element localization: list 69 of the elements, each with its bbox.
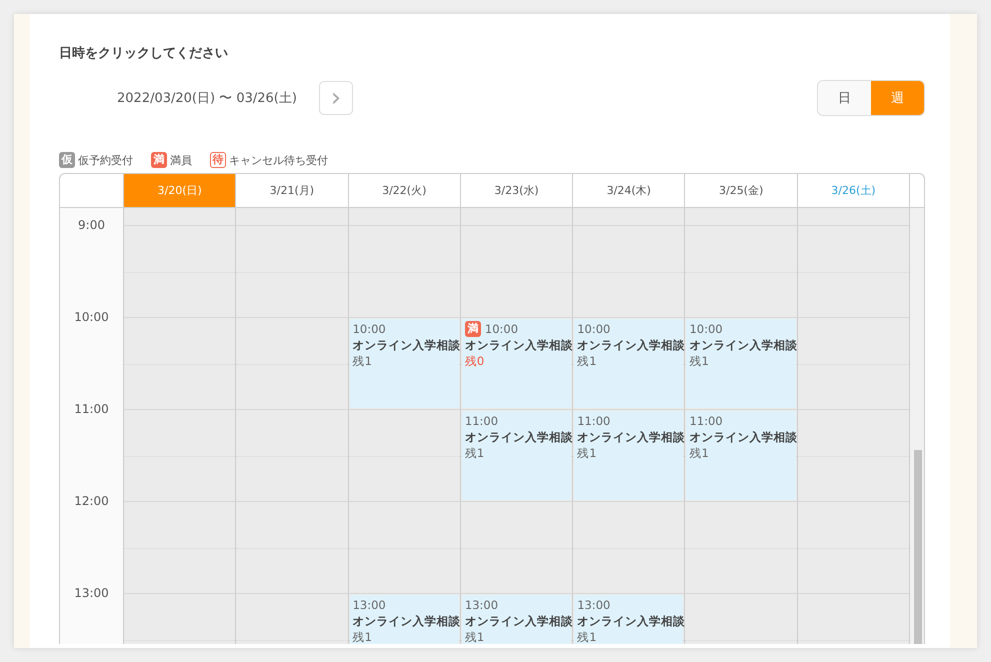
time-slot[interactable] (684, 225, 797, 317)
remaining-count: 残1 (464, 445, 486, 461)
remaining-count: 残1 (577, 629, 598, 644)
time-slot[interactable] (348, 501, 460, 593)
remaining-count: 残1 (577, 353, 598, 369)
time-slot[interactable] (123, 409, 236, 501)
time-slot[interactable] (796, 501, 910, 593)
remaining-count: 残1 (577, 445, 598, 461)
time-slot[interactable] (123, 317, 236, 409)
time-slot[interactable] (123, 225, 236, 317)
day-header[interactable]: 3/23(水) (460, 174, 572, 207)
event-time: 11:00 (689, 413, 723, 429)
time-slot[interactable] (235, 317, 348, 409)
day-header[interactable]: 3/25(金) (684, 174, 797, 207)
time-slot[interactable] (235, 208, 348, 225)
time-slot[interactable] (796, 317, 910, 409)
time-slot[interactable] (460, 208, 572, 225)
legend-badge: 待 (210, 152, 226, 168)
time-slot[interactable] (235, 225, 348, 317)
time-slot[interactable] (123, 501, 236, 593)
event-time: 10:00 (577, 321, 610, 337)
time-slot[interactable] (460, 501, 572, 593)
time-slot[interactable] (348, 225, 460, 317)
time-slot[interactable] (348, 208, 460, 225)
event-time: 10:00 (689, 321, 723, 337)
event-time: 13:00 (464, 597, 498, 613)
time-label: 12:00 (73, 493, 110, 510)
event-time: 10:00 (352, 321, 386, 337)
time-slot[interactable] (572, 225, 684, 317)
legend-badge: 仮 (59, 152, 75, 168)
event-time: 13:00 (577, 597, 610, 613)
date-range: 2022/03/20(日) 〜 03/26(土) (117, 90, 297, 107)
remaining-count: 残1 (464, 629, 486, 644)
time-slot[interactable] (684, 208, 797, 225)
remaining-count: 残0 (464, 353, 486, 369)
time-slot[interactable] (796, 409, 910, 501)
time-slot[interactable] (684, 501, 797, 593)
time-slot[interactable] (572, 501, 684, 593)
event-time: 11:00 (577, 413, 610, 429)
time-label: 10:00 (73, 309, 110, 326)
time-slot[interactable] (796, 208, 910, 225)
remaining-count: 残1 (689, 353, 710, 369)
instruction-heading: 日時をクリックしてください (59, 45, 229, 62)
remaining-count: 残1 (352, 353, 373, 369)
remaining-count: 残1 (352, 629, 373, 644)
legend-label: 満員 (170, 152, 192, 168)
time-slot[interactable] (460, 225, 572, 317)
day-header[interactable]: 3/21(月) (235, 174, 348, 207)
time-slot[interactable] (235, 501, 348, 593)
time-slot[interactable] (123, 208, 236, 225)
time-label: 11:00 (73, 401, 110, 418)
time-slot[interactable] (235, 409, 348, 501)
time-slot[interactable] (348, 409, 460, 501)
full-badge: 満 (464, 321, 481, 337)
day-header[interactable]: 3/22(火) (348, 174, 460, 207)
legend-label: 仮予約受付 (78, 152, 133, 168)
legend-badge: 満 (151, 152, 167, 168)
legend-label: キャンセル待ち受付 (229, 152, 328, 168)
time-label: 9:00 (77, 217, 106, 234)
time-label: 13:00 (73, 585, 110, 602)
day-header[interactable]: 3/24(木) (572, 174, 684, 207)
time-slot[interactable] (796, 225, 910, 317)
event-time: 10:00 (484, 321, 518, 337)
remaining-count: 残1 (689, 445, 710, 461)
scrollbar-thumb[interactable] (914, 450, 922, 644)
time-slot[interactable] (572, 208, 684, 225)
view-tab[interactable]: 日 (818, 81, 871, 115)
event-time: 11:00 (464, 413, 498, 429)
event-time: 13:00 (352, 597, 386, 613)
